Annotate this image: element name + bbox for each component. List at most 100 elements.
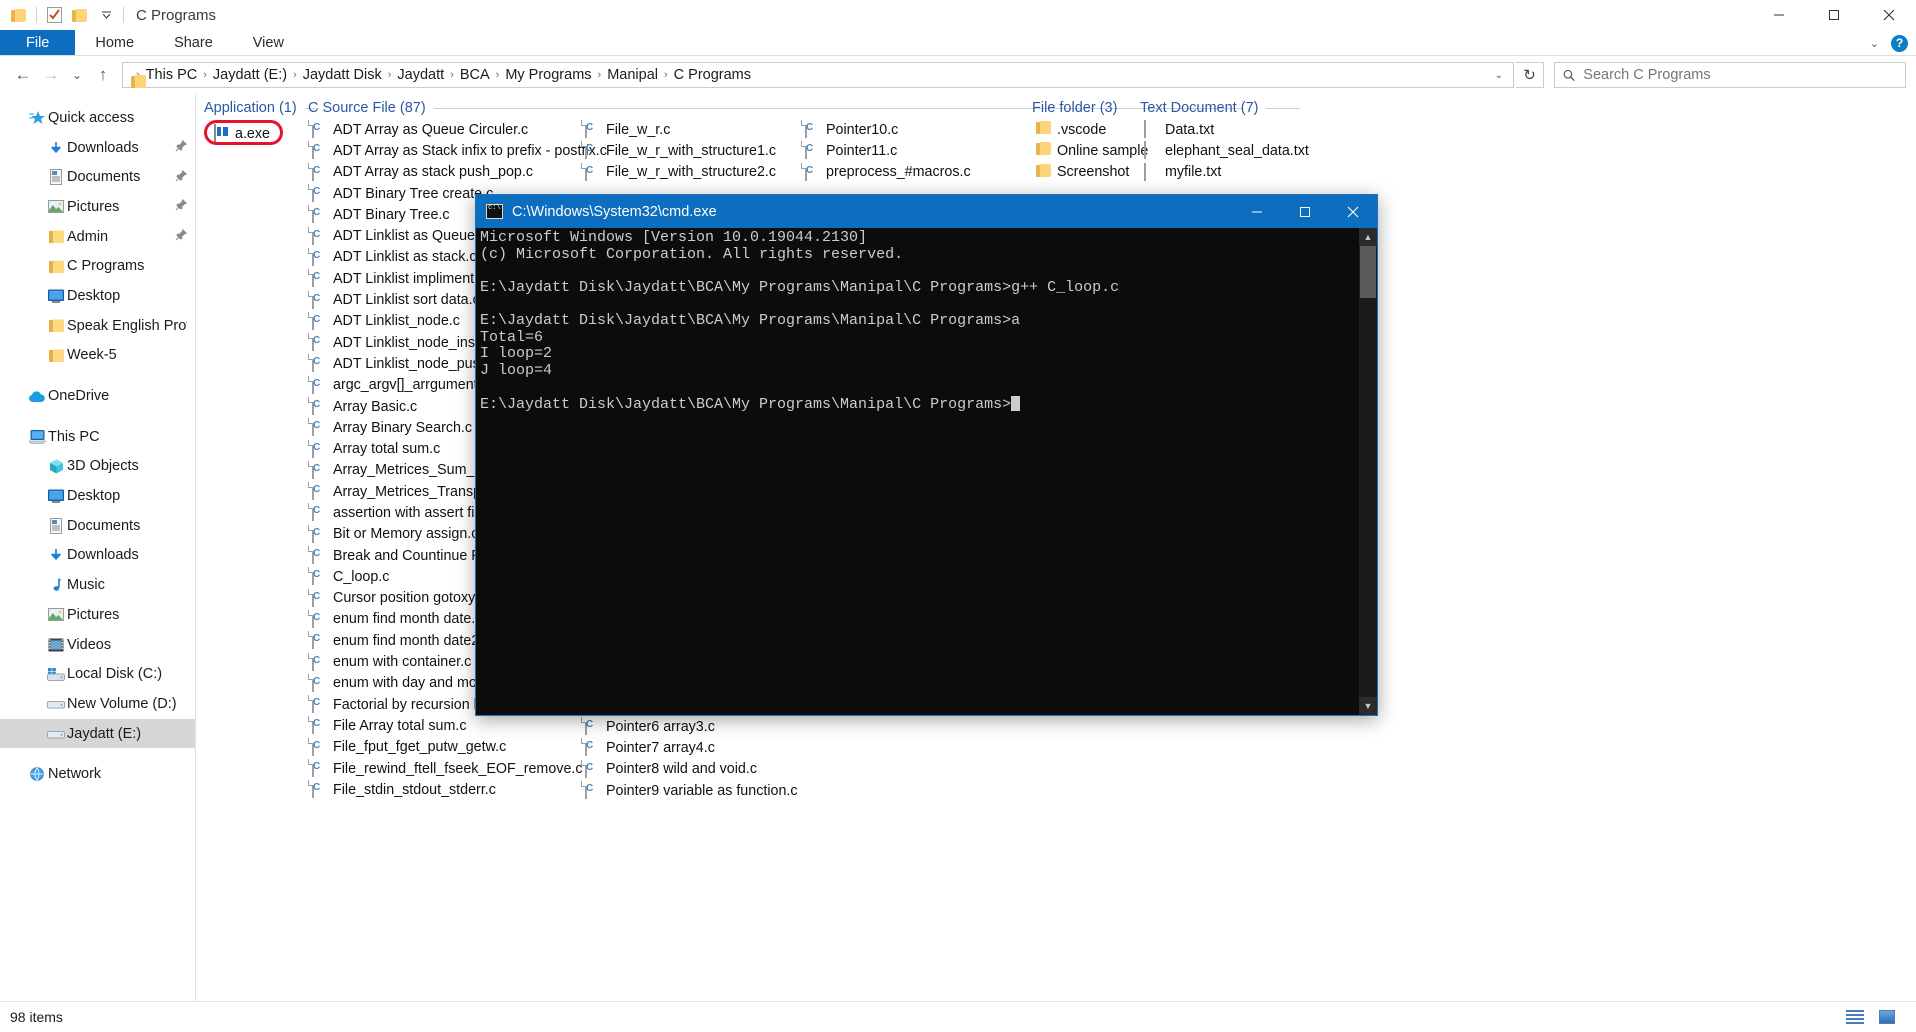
- list-item[interactable]: File_rewind_ftell_fseek_EOF_remove.c: [308, 758, 608, 779]
- cmd-close-button[interactable]: [1329, 195, 1377, 228]
- breadcrumb-item-jaydatt-e[interactable]: Jaydatt (E:): [208, 65, 292, 85]
- breadcrumb-item-jaydatt-disk[interactable]: Jaydatt Disk: [298, 65, 387, 85]
- refresh-button[interactable]: ↻: [1516, 62, 1544, 88]
- sidebar-item-documents[interactable]: Documents: [0, 511, 195, 541]
- sidebar-item-videos[interactable]: Videos: [0, 630, 195, 660]
- sidebar-item-speak-english-profe[interactable]: Speak English Profe: [0, 311, 195, 341]
- sidebar-item-label: Quick access: [48, 109, 135, 126]
- list-item[interactable]: Pointer6 array3.c: [581, 716, 881, 737]
- item-count-label: 98 items: [10, 1009, 63, 1025]
- c-source-file-icon: [312, 247, 327, 266]
- pin-icon[interactable]: [175, 139, 188, 155]
- help-icon[interactable]: ?: [1891, 34, 1908, 52]
- maximize-button[interactable]: [1806, 0, 1861, 30]
- folder-icon: [1036, 142, 1051, 159]
- list-item[interactable]: ADT Array as Queue Circuler.c: [308, 119, 608, 140]
- details-view-icon[interactable]: [1844, 1007, 1866, 1027]
- sidebar-item-desktop[interactable]: Desktop: [0, 281, 195, 311]
- cmd-title-bar[interactable]: C:\Windows\System32\cmd.exe: [476, 195, 1377, 228]
- window-title: C Programs: [136, 6, 217, 24]
- sidebar-item-3d-objects[interactable]: 3D Objects: [0, 452, 195, 482]
- list-item[interactable]: Pointer9 variable as function.c: [581, 780, 881, 801]
- console-line: E:\Jaydatt Disk\Jaydatt\BCA\My Programs\…: [480, 311, 1021, 329]
- sidebar-item-local-disk-c[interactable]: Local Disk (C:): [0, 659, 195, 689]
- tiles-view-icon[interactable]: [1876, 1007, 1898, 1027]
- breadcrumb-item-my-programs[interactable]: My Programs: [500, 65, 596, 85]
- sidebar-item-music[interactable]: Music: [0, 570, 195, 600]
- scroll-down-arrow[interactable]: ▼: [1359, 697, 1377, 715]
- file-name: enum with container.c: [333, 654, 472, 671]
- search-box[interactable]: [1554, 62, 1906, 88]
- list-item[interactable]: Pointer7 array4.c: [581, 737, 881, 758]
- address-bar[interactable]: › This PC › Jaydatt (E:) › Jaydatt Disk …: [122, 62, 1514, 88]
- breadcrumb-item-bca[interactable]: BCA: [455, 65, 495, 85]
- chevron-down-icon[interactable]: [93, 2, 119, 28]
- sidebar-item-pictures[interactable]: Pictures: [0, 192, 195, 222]
- minimize-button[interactable]: [1751, 0, 1806, 30]
- text-document-column[interactable]: Data.txt elephant_seal_data.txt myfile.txt: [1140, 119, 1370, 183]
- breadcrumb-item-manipal[interactable]: Manipal: [602, 65, 663, 85]
- list-item[interactable]: File_stdin_stdout_stderr.c: [308, 779, 608, 800]
- sidebar-item-week-5[interactable]: Week-5: [0, 341, 195, 371]
- list-item[interactable]: Pointer8 wild and void.c: [581, 759, 881, 780]
- tab-share[interactable]: Share: [154, 30, 233, 55]
- new-folder-icon[interactable]: [67, 2, 93, 28]
- c-source-file-icon: [312, 333, 327, 352]
- drive-icon: [45, 697, 67, 710]
- file-name: preprocess_#macros.c: [826, 164, 971, 181]
- address-dropdown-icon[interactable]: ⌄: [1489, 70, 1509, 81]
- properties-icon[interactable]: [41, 2, 67, 28]
- list-item[interactable]: ADT Array as stack push_pop.c: [308, 162, 608, 183]
- cmd-output-text[interactable]: Microsoft Windows [Version 10.0.19044.21…: [476, 228, 1377, 715]
- sidebar-item-this-pc[interactable]: This PC: [0, 422, 195, 452]
- folder-icon: [1036, 121, 1051, 138]
- pin-icon[interactable]: [175, 228, 188, 244]
- search-input[interactable]: [1581, 66, 1897, 84]
- forward-button[interactable]: →: [38, 62, 64, 88]
- recent-locations-button[interactable]: ⌄: [66, 62, 88, 88]
- pictures-icon: [45, 607, 67, 622]
- cmd-scrollbar[interactable]: ▲ ▼: [1359, 228, 1377, 715]
- list-item[interactable]: File_fput_fget_putw_getw.c: [308, 737, 608, 758]
- sidebar-item-downloads[interactable]: Downloads: [0, 541, 195, 571]
- tab-file[interactable]: File: [0, 30, 76, 55]
- sidebar-item-admin[interactable]: Admin: [0, 222, 195, 252]
- tab-home[interactable]: Home: [75, 30, 154, 55]
- navigation-pane[interactable]: Quick access Downloads Documents Pictures Ad…: [0, 93, 196, 1001]
- cmd-maximize-button[interactable]: [1281, 195, 1329, 228]
- close-button[interactable]: [1861, 0, 1916, 30]
- scroll-up-arrow[interactable]: ▲: [1359, 228, 1377, 246]
- sidebar-item-documents[interactable]: Documents: [0, 162, 195, 192]
- c-source-file-icon: [312, 290, 327, 309]
- sidebar-item-new-volume-d[interactable]: New Volume (D:): [0, 689, 195, 719]
- sidebar-item-network[interactable]: Network: [0, 759, 195, 789]
- list-item[interactable]: File Array total sum.c: [308, 715, 608, 736]
- list-item[interactable]: elephant_seal_data.txt: [1140, 140, 1370, 161]
- sidebar-item-c-programs[interactable]: C Programs: [0, 251, 195, 281]
- folder-icon: [45, 260, 67, 273]
- scrollbar-thumb[interactable]: [1360, 246, 1376, 298]
- breadcrumb-item-jaydatt[interactable]: Jaydatt: [392, 65, 449, 85]
- pin-icon[interactable]: [175, 169, 188, 185]
- sidebar-item-onedrive[interactable]: OneDrive: [0, 381, 195, 411]
- sidebar-item-desktop[interactable]: Desktop: [0, 481, 195, 511]
- c-source-column-2-bottom[interactable]: Pointer6 array3.c Pointer7 array4.c Pointe…: [581, 716, 881, 801]
- sidebar-item-jaydatt-e[interactable]: Jaydatt (E:): [0, 718, 195, 749]
- sidebar-item-quick-access[interactable]: Quick access: [0, 103, 195, 133]
- tab-view[interactable]: View: [233, 30, 304, 55]
- breadcrumb-item-this-pc[interactable]: This PC: [141, 65, 203, 85]
- cmd-console-window[interactable]: C:\Windows\System32\cmd.exe Microsoft Wi…: [475, 194, 1378, 716]
- sidebar-item-downloads[interactable]: Downloads: [0, 133, 195, 163]
- group-header-file-folder: File folder (3): [1032, 97, 1150, 119]
- up-button[interactable]: ↑: [90, 62, 116, 88]
- list-item[interactable]: myfile.txt: [1140, 162, 1370, 183]
- list-item[interactable]: ADT Array as Stack infix to prefix - pos…: [308, 140, 608, 161]
- list-item[interactable]: Data.txt: [1140, 119, 1370, 140]
- pin-icon[interactable]: [175, 199, 188, 214]
- breadcrumb-item-c-programs[interactable]: C Programs: [669, 65, 756, 85]
- cmd-minimize-button[interactable]: [1233, 195, 1281, 228]
- back-button[interactable]: ←: [10, 62, 36, 88]
- sidebar-item-pictures[interactable]: Pictures: [0, 600, 195, 630]
- file-name: myfile.txt: [1165, 164, 1222, 181]
- collapse-ribbon-icon[interactable]: ⌄: [1870, 37, 1879, 50]
